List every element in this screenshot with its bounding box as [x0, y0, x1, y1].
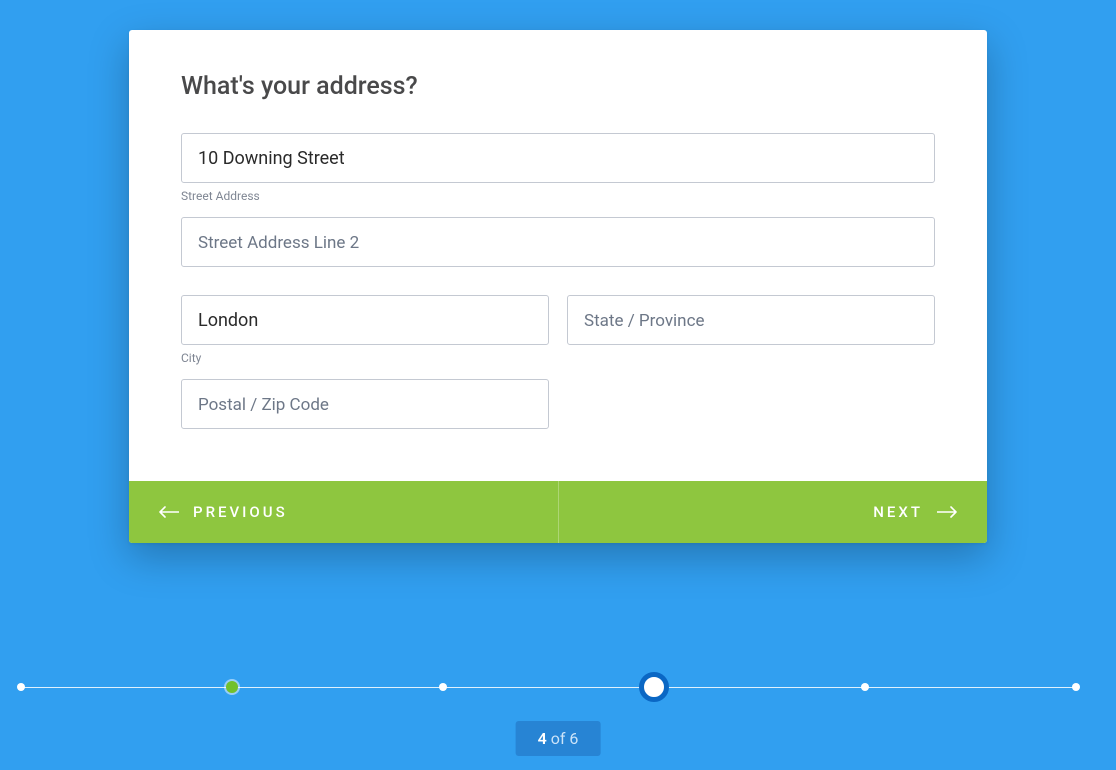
field-postal [181, 379, 549, 429]
field-street1: Street Address [181, 133, 935, 203]
progress-step-current[interactable] [639, 672, 669, 702]
previous-button[interactable]: PREVIOUS [129, 481, 559, 543]
previous-label: PREVIOUS [193, 503, 288, 521]
field-state [567, 295, 935, 365]
progress-step-5[interactable] [861, 683, 869, 691]
next-button[interactable]: NEXT [559, 481, 988, 543]
progress-step-3[interactable] [439, 683, 447, 691]
progress-line [21, 687, 1076, 688]
form-card: What's your address? Street Address City [129, 30, 987, 543]
page-title: What's your address? [181, 72, 935, 101]
state-input[interactable] [567, 295, 935, 345]
street-address-2-input[interactable] [181, 217, 935, 267]
arrow-right-icon [937, 506, 957, 518]
next-label: NEXT [873, 503, 923, 521]
street-address-input[interactable] [181, 133, 935, 183]
progress-of: of [547, 729, 570, 748]
progress-total: 6 [569, 729, 578, 748]
progress-step-1[interactable] [17, 683, 25, 691]
progress-badge: 4 of 6 [516, 721, 601, 756]
progress-step-2[interactable] [226, 681, 238, 693]
progress-track [21, 672, 1076, 702]
card-footer: PREVIOUS NEXT [129, 481, 987, 543]
street1-label: Street Address [181, 189, 935, 203]
postal-code-input[interactable] [181, 379, 549, 429]
form-body: What's your address? Street Address City [129, 30, 987, 481]
arrow-left-icon [159, 506, 179, 518]
progress-current: 4 [538, 729, 547, 748]
city-input[interactable] [181, 295, 549, 345]
field-street2 [181, 217, 935, 267]
city-label: City [181, 351, 549, 365]
field-city: City [181, 295, 549, 365]
progress-step-6[interactable] [1072, 683, 1080, 691]
